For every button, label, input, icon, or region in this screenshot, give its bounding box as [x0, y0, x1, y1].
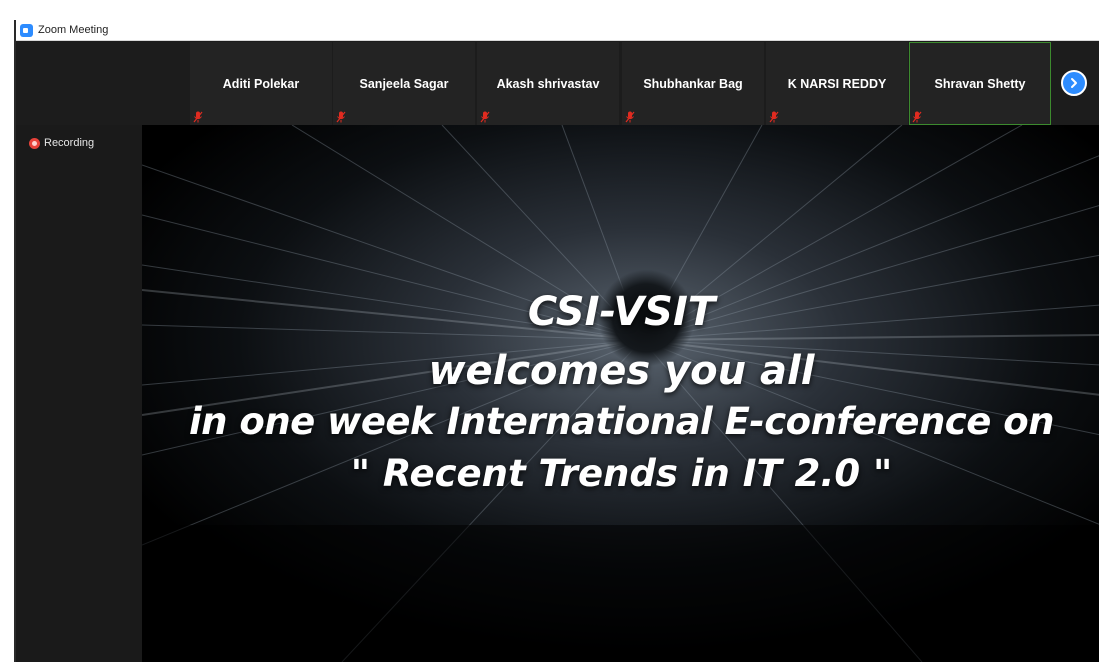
- chevron-right-icon: [1071, 78, 1077, 88]
- recording-icon: [29, 137, 40, 149]
- slide-line-welcome: welcomes you all: [428, 348, 815, 394]
- mic-muted-icon: [480, 111, 490, 123]
- recording-indicator[interactable]: Recording: [29, 137, 94, 149]
- next-page-button[interactable]: [1061, 70, 1087, 96]
- window-title: Zoom Meeting: [38, 24, 109, 36]
- left-panel: Recording: [16, 125, 142, 662]
- zoom-app-icon: [20, 23, 33, 37]
- participant-name: Aditi Polekar: [222, 76, 300, 91]
- participant-name: Akash shrivastav: [496, 76, 600, 91]
- slide-line-conference: in one week International E-conference o…: [189, 400, 1054, 443]
- participant-tile[interactable]: Aditi Polekar: [190, 42, 332, 125]
- shared-screen: CSI-VSIT welcomes you all in one week In…: [142, 125, 1099, 662]
- mic-muted-icon: [769, 111, 779, 123]
- slide-line-theme: " Recent Trends in IT 2.0 ": [350, 452, 893, 495]
- mic-muted-icon: [193, 111, 203, 123]
- participant-tile[interactable]: Sanjeela Sagar: [333, 42, 475, 125]
- participant-name: Sanjeela Sagar: [359, 76, 449, 91]
- mic-muted-icon: [912, 111, 922, 123]
- title-bar: Zoom Meeting: [16, 20, 1099, 41]
- zoom-window: Zoom Meeting Aditi Polekar Sanjeela Saga…: [14, 20, 1099, 662]
- slide-content: CSI-VSIT welcomes you all in one week In…: [142, 125, 1099, 662]
- mic-muted-icon: [336, 111, 346, 123]
- participant-tile[interactable]: Shubhankar Bag: [622, 42, 764, 125]
- participant-tile-active-speaker[interactable]: Shravan Shetty: [909, 42, 1051, 125]
- participant-tile[interactable]: Akash shrivastav: [477, 42, 619, 125]
- mic-muted-icon: [625, 111, 635, 123]
- participant-name: Shravan Shetty: [934, 76, 1026, 91]
- participant-name: Shubhankar Bag: [643, 76, 743, 91]
- recording-label: Recording: [44, 137, 95, 149]
- participant-tile[interactable]: K NARSI REDDY: [766, 42, 908, 125]
- participant-name: K NARSI REDDY: [787, 76, 887, 91]
- slide-heading: CSI-VSIT: [527, 289, 716, 335]
